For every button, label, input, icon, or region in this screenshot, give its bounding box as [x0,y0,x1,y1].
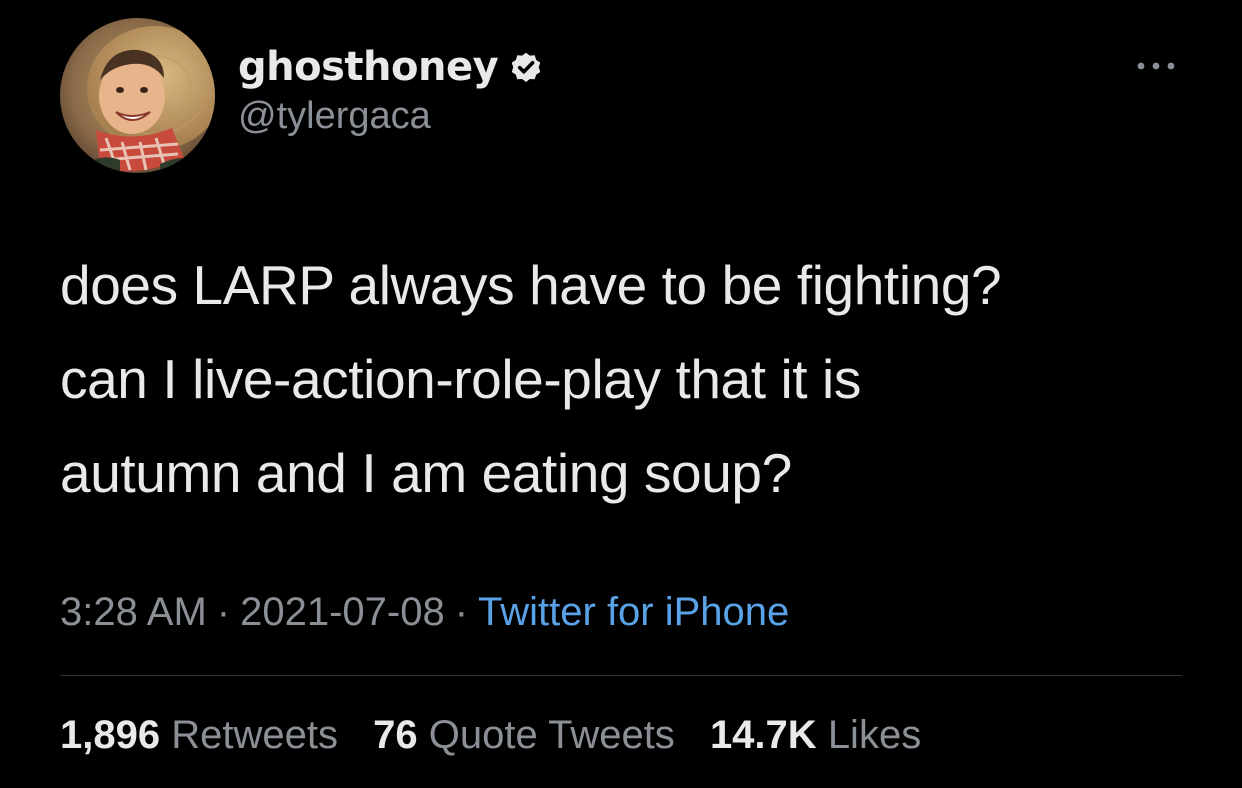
likes-stat[interactable]: 14.7K Likes [710,713,921,757]
quote-tweets-count: 76 [373,713,418,757]
tweet-text-line: can I live-action-role-play that it is [60,348,861,410]
meta-separator: · [454,590,469,634]
tweet-date[interactable]: 2021-07-08 [240,590,445,634]
retweets-label: Retweets [171,713,338,757]
verified-badge-icon [508,49,544,85]
display-name[interactable]: ghosthoney [238,40,499,94]
author-handle[interactable]: @tylergaca [238,94,544,138]
tweet-time[interactable]: 3:28 AM [60,590,207,634]
divider [60,675,1182,676]
tweet-detail: ghosthoney @tylergaca does LARP always h… [0,0,1242,788]
tweet-source-link[interactable]: Twitter for iPhone [478,590,789,634]
meta-separator: · [216,590,231,634]
likes-count: 14.7K [709,713,817,757]
tweet-text: does LARP always have to be fighting? ca… [60,238,1180,520]
tweet-text-line: autumn and I am eating soup? [60,442,792,504]
author-names: ghosthoney @tylergaca [238,40,544,138]
avatar-image [60,18,215,173]
quote-tweets-label: Quote Tweets [428,713,675,757]
tweet-header: ghosthoney @tylergaca [60,18,1180,174]
tweet-meta: 3:28 AM · 2021-07-08 · Twitter for iPhone [60,584,789,640]
quote-tweets-stat[interactable]: 76 Quote Tweets [373,713,675,757]
more-options-icon[interactable] [1132,58,1180,74]
avatar[interactable] [60,18,215,173]
retweets-count: 1,896 [60,713,161,757]
likes-label: Likes [827,713,922,757]
tweet-text-line: does LARP always have to be fighting? [60,254,1002,316]
tweet-stats: 1,896 Retweets 76 Quote Tweets 14.7K Lik… [60,707,945,763]
display-name-row: ghosthoney [238,40,544,94]
retweets-stat[interactable]: 1,896 Retweets [60,713,338,757]
